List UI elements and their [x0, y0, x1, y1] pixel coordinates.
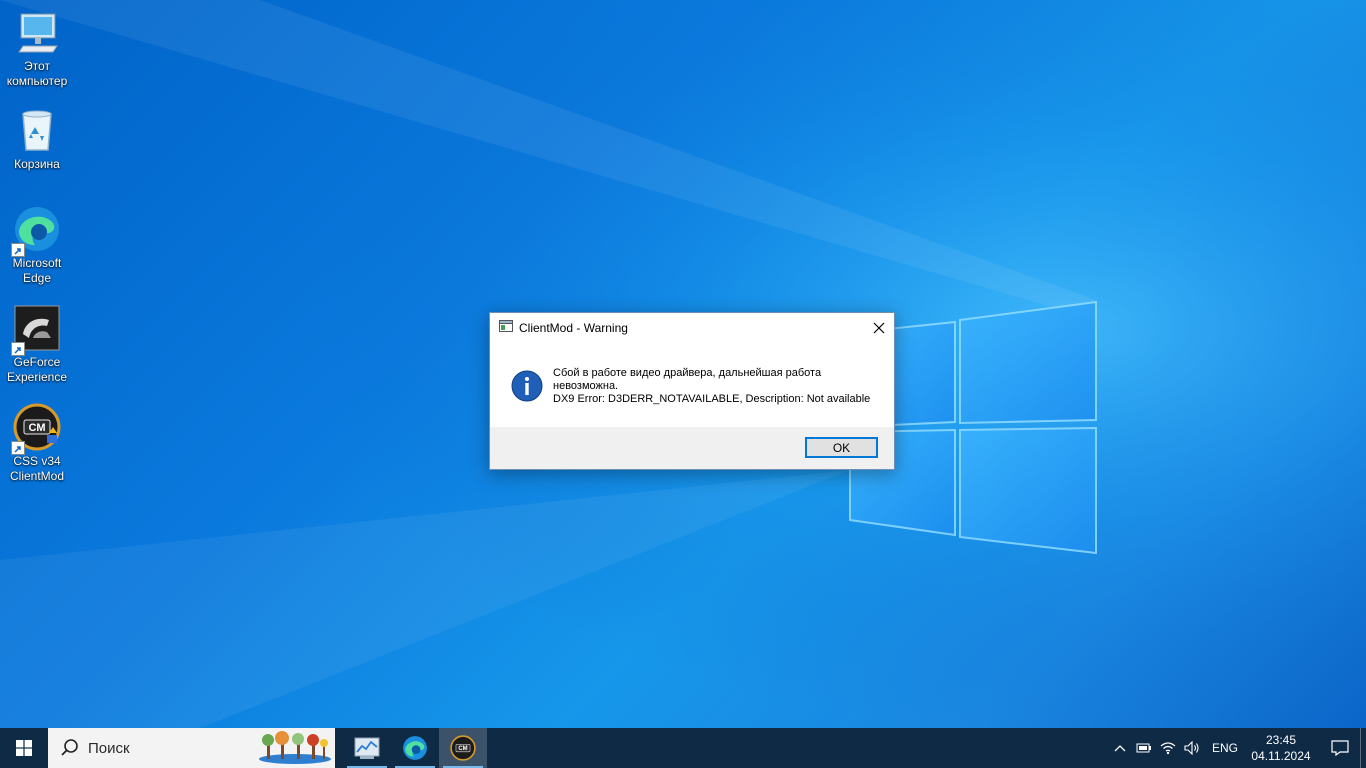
dialog-message: Сбой в работе видео драйвера, дальнейшая… — [553, 367, 873, 406]
battery-icon — [1136, 743, 1151, 753]
computer-icon — [13, 8, 61, 56]
desktop-icon-recycle-bin[interactable]: Корзина — [2, 106, 72, 172]
dialog-footer: OK — [490, 427, 894, 469]
wifi-icon — [1160, 742, 1176, 755]
desktop-icon-geforce-experience[interactable]: GeForce Experience — [2, 304, 72, 385]
dialog-title: ClientMod - Warning — [519, 321, 628, 335]
desktop-icon-clientmod[interactable]: CM CSS v34 ClientMod — [2, 403, 72, 484]
close-button[interactable] — [864, 313, 894, 343]
desktop-icon-label: CSS v34 ClientMod — [9, 454, 65, 483]
taskbar-edge[interactable] — [391, 728, 439, 768]
geforce-experience-icon — [11, 304, 61, 356]
taskbar-task-manager[interactable] — [343, 728, 391, 768]
clock-date: 04.11.2024 — [1251, 749, 1311, 763]
search-box[interactable]: Поиск — [48, 728, 335, 768]
desktop-icon-edge[interactable]: Microsoft Edge — [2, 205, 72, 286]
svg-text:CM: CM — [458, 746, 467, 752]
edge-icon — [11, 205, 61, 257]
shortcut-arrow-icon — [11, 342, 25, 356]
app-window-icon — [499, 319, 513, 337]
desktop-icon-label: Корзина — [14, 157, 60, 171]
recycle-bin-icon — [13, 106, 61, 154]
desktop-icon-label: GeForce Experience — [6, 355, 68, 384]
ok-button[interactable]: OK — [805, 437, 878, 458]
system-tray: ENG 23:45 04.11.2024 — [1108, 728, 1366, 768]
notification-center-button[interactable] — [1320, 728, 1360, 768]
close-icon — [873, 322, 885, 334]
shortcut-arrow-icon — [11, 441, 25, 455]
taskbar: Поиск CM ENG 23:45 04.11.2024 — [0, 728, 1366, 768]
show-desktop-button[interactable] — [1360, 728, 1366, 768]
clock[interactable]: 23:45 04.11.2024 — [1248, 732, 1314, 764]
shortcut-arrow-icon — [11, 243, 25, 257]
desktop-icon-this-pc[interactable]: Этот компьютер — [2, 8, 72, 89]
chevron-up-icon — [1114, 745, 1126, 752]
dialog-body: Сбой в работе видео драйвера, дальнейшая… — [490, 343, 894, 428]
notification-icon — [1331, 740, 1349, 756]
volume-button[interactable] — [1180, 728, 1204, 768]
desktop-icon-label: Этот компьютер — [6, 59, 68, 88]
clientmod-icon: CM — [450, 735, 476, 761]
dialog-titlebar[interactable]: ClientMod - Warning — [490, 313, 894, 343]
taskbar-clientmod[interactable]: CM — [439, 728, 487, 768]
start-button[interactable] — [0, 728, 48, 768]
search-highlight-illustration — [259, 731, 331, 764]
svg-text:CM: CM — [28, 422, 45, 434]
windows-icon — [16, 740, 32, 756]
dialog-error-line: DX9 Error: D3DERR_NOTAVAILABLE, Descript… — [553, 393, 871, 405]
clientmod-icon: CM — [11, 403, 61, 455]
desktop-icon-label: Microsoft Edge — [12, 256, 62, 285]
input-language[interactable]: ENG — [1212, 741, 1238, 755]
speaker-icon — [1184, 741, 1199, 755]
dialog-message-line: Сбой в работе видео драйвера, дальнейшая… — [553, 367, 822, 392]
battery-button[interactable] — [1132, 728, 1156, 768]
info-icon — [511, 370, 543, 402]
clock-time: 23:45 — [1265, 733, 1297, 747]
network-button[interactable] — [1156, 728, 1180, 768]
task-manager-icon — [354, 737, 380, 759]
show-hidden-icons-button[interactable] — [1108, 728, 1132, 768]
search-icon — [61, 739, 78, 756]
warning-dialog: ClientMod - Warning Сбой в работе видео … — [489, 312, 895, 470]
search-placeholder: Поиск — [88, 739, 130, 757]
edge-icon — [403, 736, 427, 760]
